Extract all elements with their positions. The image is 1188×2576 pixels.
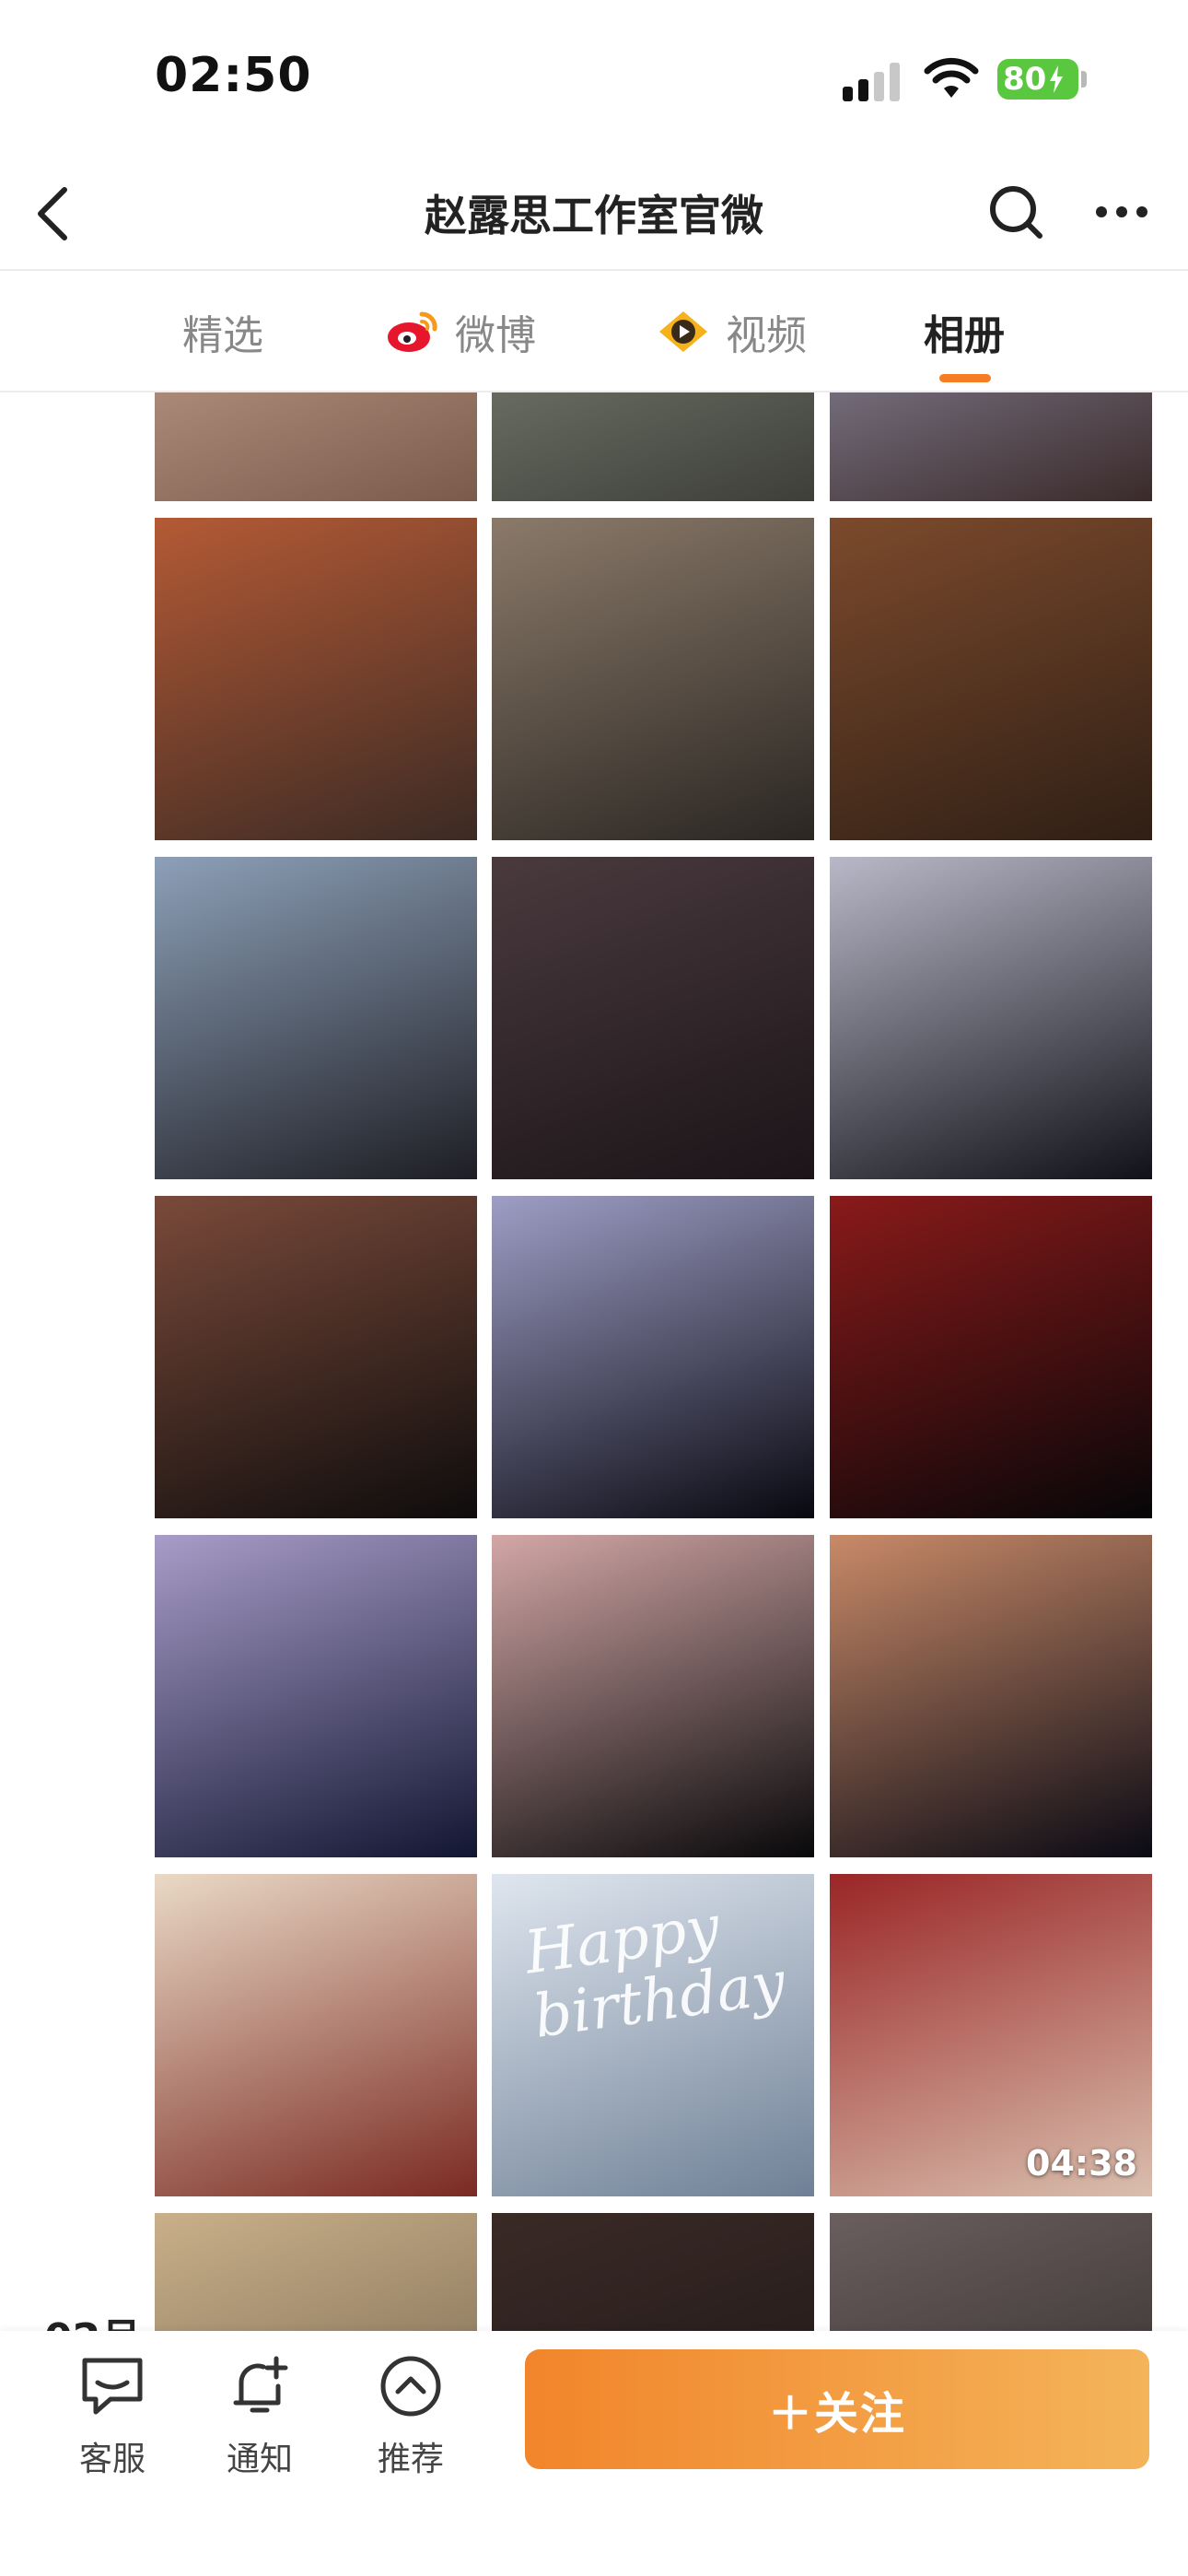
partial-photo[interactable] [830, 2213, 1152, 2331]
tab-label: 视频 [726, 312, 807, 359]
pink-corset-photo[interactable] [155, 392, 477, 501]
battery-level: 80 [1003, 61, 1047, 98]
notify-label: 通知 [226, 2441, 293, 2478]
heart-pose-photo[interactable] [155, 1874, 477, 2196]
photo-grid-viewport: Happy birthday 04:38 02月 [0, 392, 1188, 2331]
feather-coat-photo[interactable] [492, 392, 814, 501]
tab-video[interactable]: 视频 [656, 302, 807, 361]
car-video-thumbnail[interactable]: 04:38 [830, 1874, 1152, 2196]
date-label: 02月 [44, 2305, 141, 2331]
profile-red-hair-photo[interactable] [155, 518, 477, 840]
wifi-icon [924, 57, 979, 98]
chat-bubble-icon [82, 2358, 143, 2415]
stage-arch-photo[interactable] [155, 1196, 477, 1518]
tab-label: 相册 [924, 312, 1005, 359]
dinner-collage-photo[interactable] [492, 518, 814, 840]
red-stage-lights-photo[interactable] [830, 1196, 1152, 1518]
bouquet-mic-photo[interactable] [155, 1535, 477, 1857]
chevron-up-circle-icon [380, 2356, 441, 2417]
weibo-icon [388, 311, 437, 352]
sunglasses-backstage-photo[interactable] [155, 857, 477, 1179]
charging-icon [1050, 65, 1064, 93]
tab-weibo[interactable]: 微博 [385, 302, 536, 361]
bell-plus-icon [233, 2356, 288, 2413]
stage-fur-coat-photo[interactable] [830, 857, 1152, 1179]
title-bar: 赵露思工作室官微 [0, 157, 1188, 269]
partial-photo[interactable] [492, 2213, 814, 2331]
wooden-wall-photo[interactable] [830, 518, 1152, 840]
cellular-signal-icon [843, 63, 905, 101]
status-bar: 02:50 80 [0, 0, 1188, 157]
happy-birthday-photo[interactable]: Happy birthday [492, 1874, 814, 2196]
search-icon[interactable] [981, 177, 1051, 247]
customer-service-button[interactable]: 客服 [57, 2349, 168, 2480]
lavender-dress-dance-photo[interactable] [492, 1196, 814, 1518]
video-duration: 04:38 [1026, 2143, 1137, 2184]
pink-dress-mic-photo[interactable] [492, 1535, 814, 1857]
notification-button[interactable]: 通知 [204, 2349, 315, 2480]
more-options-icon[interactable] [1087, 177, 1157, 247]
tab-bar: 精选 微博 视频 相册 [0, 271, 1188, 391]
service-label: 客服 [78, 2441, 146, 2478]
recommend-button[interactable]: 推荐 [355, 2349, 466, 2480]
video-icon [659, 311, 707, 352]
tab-label: 微博 [455, 312, 536, 359]
partial-photo[interactable] [155, 2213, 477, 2331]
battery-tip [1081, 71, 1087, 88]
follow-button[interactable]: ＋关注 [525, 2349, 1149, 2469]
sequin-halter-photo[interactable] [830, 392, 1152, 501]
active-tab-indicator [939, 374, 991, 382]
status-time: 02:50 [155, 48, 312, 103]
birthday-caption: Happy birthday [520, 1892, 790, 2052]
tab-featured[interactable]: 精选 [182, 302, 263, 361]
battery-indicator: 80 [997, 59, 1078, 100]
tab-album[interactable]: 相册 [924, 302, 1005, 361]
stage-blur-photo[interactable] [492, 857, 814, 1179]
tab-label: 精选 [182, 312, 263, 359]
recommend-label: 推荐 [377, 2441, 444, 2478]
black-hat-stage-photo[interactable] [830, 1535, 1152, 1857]
bottom-action-bar: 客服 通知 推荐 ＋关注 [0, 2331, 1188, 2576]
